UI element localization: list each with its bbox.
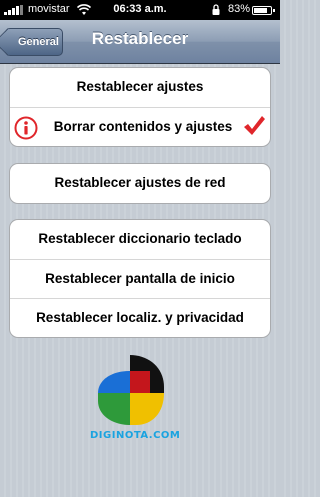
cell-label: Borrar contenidos y ajustes: [53, 119, 233, 134]
reset-group: Restablecer ajustes Borrar contenidos y …: [9, 67, 271, 147]
watermark-text: DIGINOTA.COM: [90, 430, 181, 441]
info-icon: [14, 116, 38, 140]
reset-settings-cell[interactable]: Restablecer ajustes: [10, 68, 270, 107]
erase-content-cell[interactable]: Borrar contenidos y ajustes: [10, 107, 270, 146]
battery-icon: [252, 6, 275, 15]
cell-label: Restablecer ajustes de red: [54, 175, 226, 190]
cell-label: Restablecer diccionario teclado: [38, 231, 242, 246]
back-button-label: General: [18, 36, 59, 48]
cell-label: Restablecer ajustes: [76, 79, 204, 94]
reset-home-screen-cell[interactable]: Restablecer pantalla de inicio: [10, 259, 270, 298]
reset-network-cell[interactable]: Restablecer ajustes de red: [10, 164, 270, 203]
page-title: Restablecer: [91, 29, 189, 48]
reset-keyboard-dictionary-cell[interactable]: Restablecer diccionario teclado: [10, 220, 270, 259]
cell-label: Restablecer pantalla de inicio: [45, 271, 235, 286]
lock-icon: [212, 4, 220, 15]
battery-percent: 83%: [228, 3, 251, 15]
back-button-general[interactable]: General: [5, 28, 63, 56]
navigation-bar: General Restablecer: [0, 20, 280, 64]
status-bar: movistar 06:33 a.m. 83%: [0, 0, 280, 20]
cell-label: Restablecer localiz. y privacidad: [36, 310, 244, 325]
checkmark-icon: [244, 116, 265, 135]
battery-level: [254, 8, 268, 13]
network-group: Restablecer ajustes de red: [9, 163, 271, 204]
reset-location-privacy-cell[interactable]: Restablecer localiz. y privacidad: [10, 298, 270, 337]
diginota-logo-icon: [98, 355, 164, 425]
other-reset-group: Restablecer diccionario teclado Restable…: [9, 219, 271, 338]
